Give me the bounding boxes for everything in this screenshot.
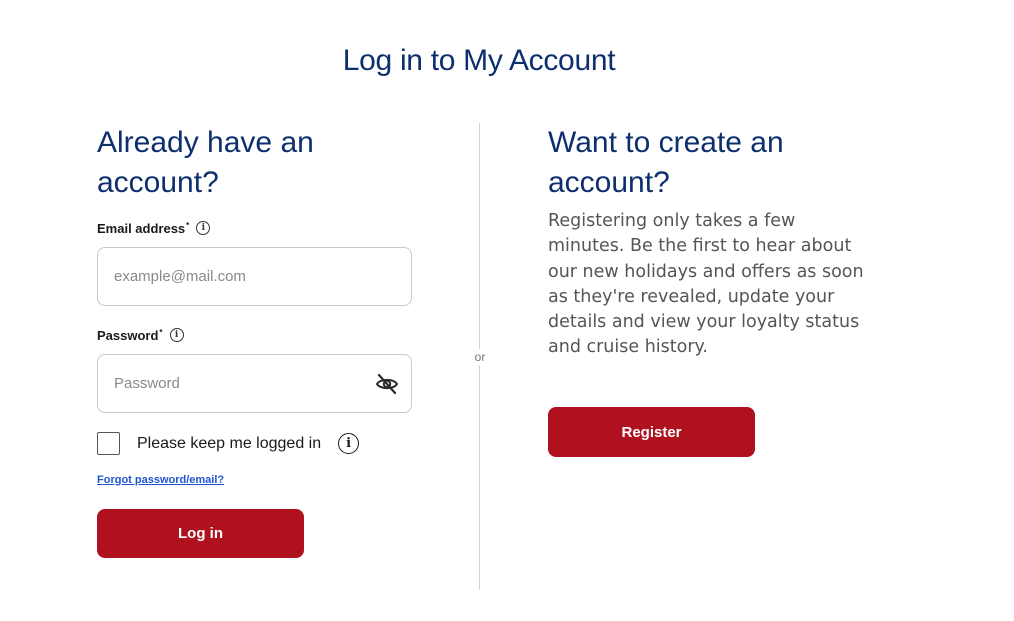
password-field-container — [97, 354, 412, 413]
required-marker: * — [186, 220, 190, 230]
register-button[interactable]: Register — [548, 407, 755, 457]
password-field[interactable] — [98, 355, 358, 412]
email-label: Email address * i — [97, 218, 211, 238]
register-heading-line1: Want to create an — [548, 126, 784, 159]
password-label-text: Password — [97, 327, 159, 343]
register-heading: Want to create an account? — [548, 123, 868, 203]
login-section: Already have an account? Email address * … — [97, 123, 417, 558]
email-field[interactable] — [97, 247, 412, 306]
register-section: Want to create an account? Registering o… — [548, 123, 868, 457]
page-title: Log in to My Account — [342, 44, 616, 77]
remember-me-label[interactable]: Please keep me logged in — [137, 435, 321, 453]
eye-slash-icon[interactable] — [375, 373, 399, 395]
login-heading-line1: Already have an — [97, 126, 314, 159]
required-marker: * — [159, 327, 163, 337]
register-description: Registering only takes a few minutes. Be… — [548, 211, 864, 358]
email-info-icon[interactable]: i — [196, 221, 211, 235]
login-heading: Already have an account? — [97, 123, 417, 203]
login-button[interactable]: Log in — [97, 509, 304, 558]
remember-info-icon[interactable]: i — [338, 433, 360, 454]
forgot-password-link[interactable]: Forgot password/email? — [97, 474, 224, 486]
password-info-icon[interactable]: i — [169, 328, 184, 342]
remember-me-checkbox[interactable] — [97, 432, 120, 455]
login-heading-line2: account? — [97, 166, 219, 199]
email-label-text: Email address — [97, 220, 186, 236]
divider-or-text: or — [470, 349, 490, 365]
password-label: Password * i — [97, 325, 184, 345]
register-heading-line2: account? — [548, 166, 670, 199]
remember-me-row: Please keep me logged in i — [97, 432, 360, 455]
